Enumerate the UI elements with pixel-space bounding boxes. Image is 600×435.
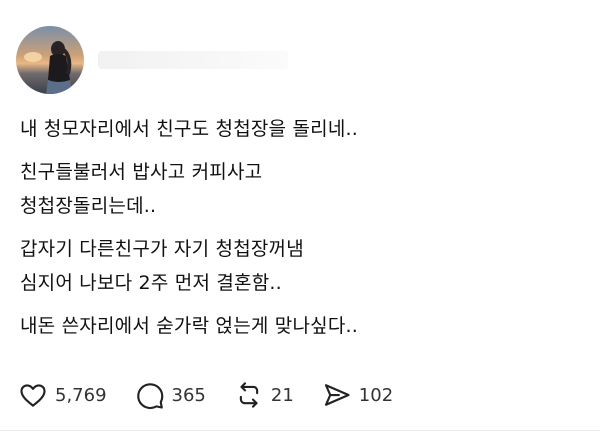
action-bar: 5,769 365 21 102 [18, 380, 421, 410]
text-line: 내 청모자리에서 친구도 청첩장을 돌리네.. [20, 118, 358, 140]
text-line: 친구들불러서 밥사고 커피사고 [20, 161, 263, 183]
thread-post: 내 청모자리에서 친구도 청첩장을 돌리네.. 친구들불러서 밥사고 커피사고 … [0, 0, 600, 435]
avatar[interactable] [16, 26, 84, 94]
text-line: 심지어 나보다 2주 먼저 결혼함.. [20, 272, 282, 294]
share-button[interactable]: 102 [322, 380, 393, 410]
repost-icon [239, 382, 259, 408]
text-line: 청첩장돌리는데.. [20, 195, 157, 217]
like-button[interactable]: 5,769 [18, 380, 107, 410]
heart-icon [20, 384, 46, 407]
repost-button[interactable]: 21 [234, 380, 294, 410]
text-line: 내돈 쓴자리에서 숟가락 얹는게 맞나싶다.. [20, 315, 358, 337]
paragraph: 내돈 쓴자리에서 숟가락 얹는게 맞나싶다.. [20, 309, 580, 343]
paragraph: 갑자기 다른친구가 자기 청첩장꺼냄 심지어 나보다 2주 먼저 결혼함.. [20, 232, 580, 300]
share-count: 102 [358, 384, 394, 406]
avatar-sunset [24, 52, 42, 62]
paragraph: 친구들불러서 밥사고 커피사고 청첩장돌리는데.. [20, 155, 580, 223]
post-header [16, 26, 288, 94]
share-icon [324, 384, 350, 406]
text-line: 갑자기 다른친구가 자기 청첩장꺼냄 [20, 238, 304, 260]
post-body: 내 청모자리에서 친구도 청첩장을 돌리네.. 친구들불러서 밥사고 커피사고 … [20, 112, 580, 343]
like-count: 5,769 [55, 384, 107, 406]
divider [0, 430, 600, 431]
username[interactable] [98, 51, 288, 69]
paragraph: 내 청모자리에서 친구도 청첩장을 돌리네.. [20, 112, 580, 146]
comment-button[interactable]: 365 [135, 380, 206, 410]
repost-count: 21 [270, 384, 294, 406]
comment-icon [136, 383, 163, 410]
comment-count: 365 [171, 384, 206, 406]
avatar-person-silhouette [46, 41, 72, 94]
